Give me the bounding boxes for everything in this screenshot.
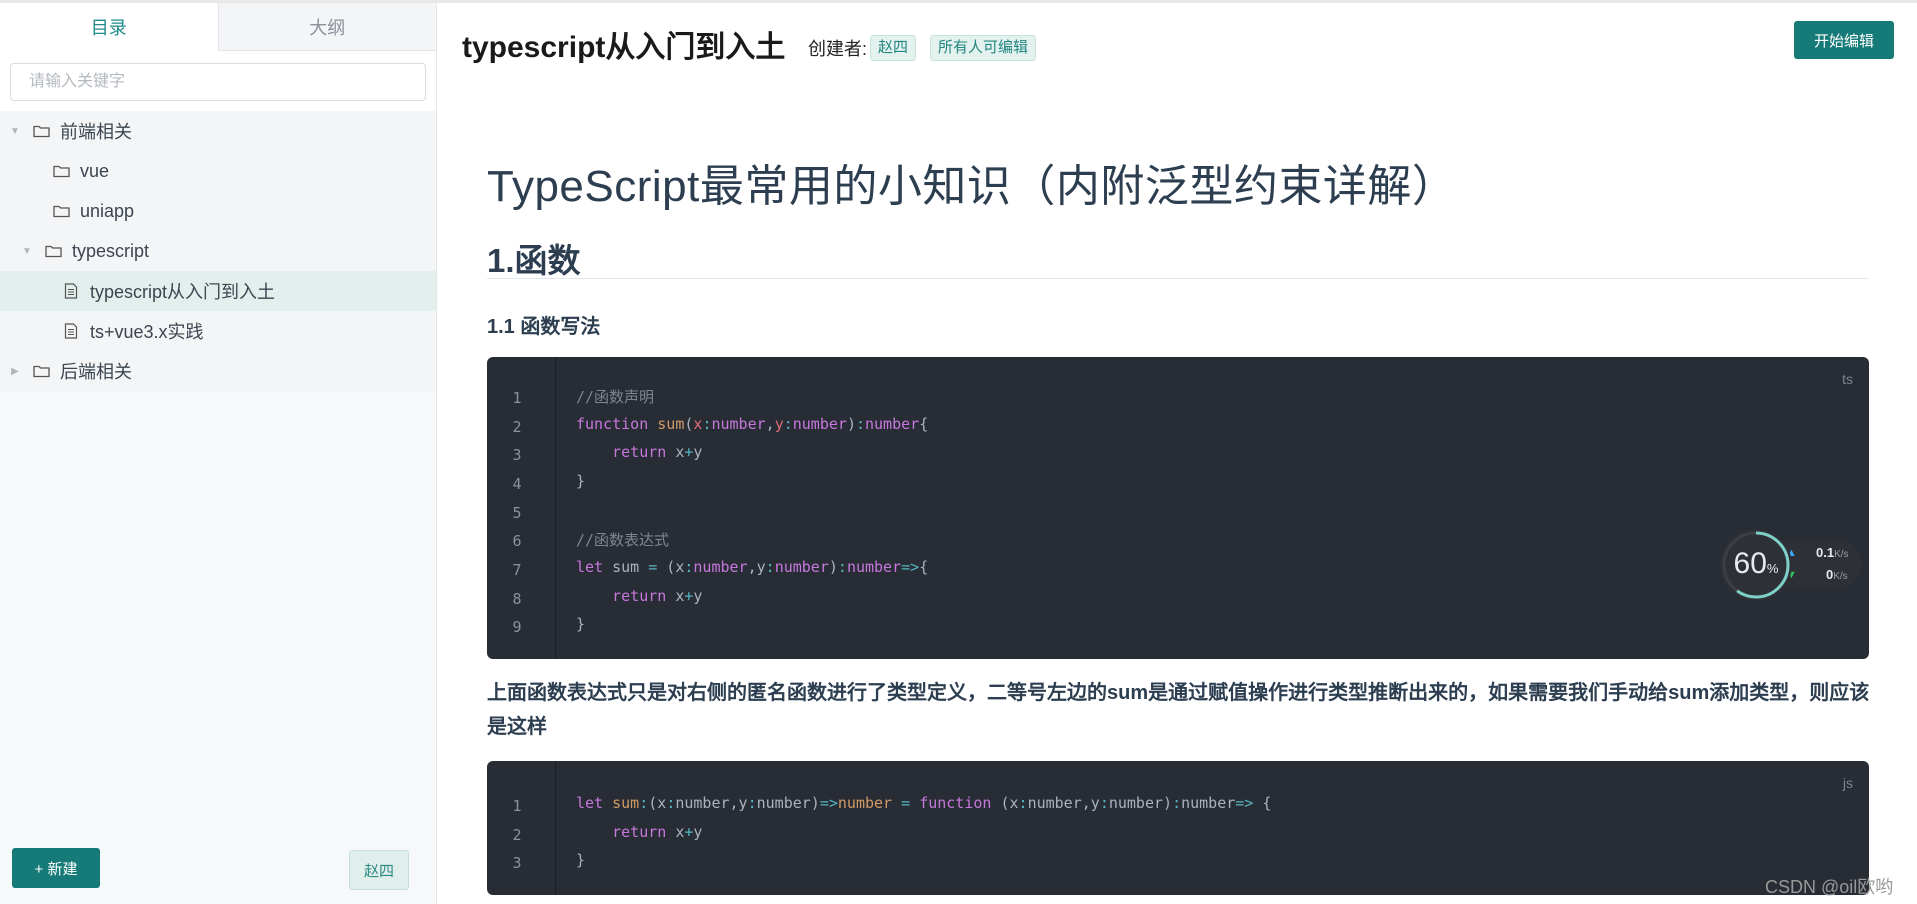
search-input[interactable]: [10, 63, 426, 101]
user-chip[interactable]: 赵四: [349, 850, 409, 890]
tree-item-label: vue: [80, 160, 110, 181]
download-rate: 0K/s: [1826, 567, 1848, 582]
section-heading: 1.函数: [487, 242, 581, 279]
doc-tree: ▼ 前端相关 ▶ vue ▶ uniapp ▼ typescript types…: [0, 111, 436, 391]
document-title: typescript从入门到入土: [462, 31, 786, 64]
permission-badge: 所有人可编辑: [930, 35, 1037, 61]
folder-icon: [32, 123, 50, 139]
code-language: js: [1842, 775, 1853, 791]
watermark: CSDN @oil欧哟: [1765, 877, 1894, 897]
code-line: //函数声明: [576, 388, 655, 406]
speed-rates: ▲ 0.1K/s ▼ 0K/s: [1782, 539, 1862, 589]
code-block-1: ts 1 2 3 4 5 6 7 8 9 //函数声明 function sum…: [487, 357, 1869, 659]
code-line: return x+y: [612, 823, 703, 841]
code-line: return x+y: [612, 443, 703, 461]
caret-right-icon[interactable]: ▶: [8, 366, 22, 377]
folder-icon: [52, 163, 70, 179]
folder-icon: [44, 243, 62, 259]
caret-down-icon[interactable]: ▼: [8, 126, 22, 137]
tree-item-ts-vue3[interactable]: ts+vue3.x实践: [0, 311, 436, 351]
divider: [487, 278, 1869, 279]
code-language: ts: [1842, 371, 1853, 387]
tab-outline[interactable]: 大纲: [218, 3, 436, 51]
code-block-2: js 1 2 3 let sum:(x:number,y:number)=>nu…: [487, 761, 1869, 895]
tree-item-label: typescript从入门到入土: [90, 282, 276, 302]
tree-item-label: ts+vue3.x实践: [90, 322, 204, 342]
sidebar-tabs: 目录 大纲: [0, 3, 436, 51]
start-edit-button[interactable]: 开始编辑: [1794, 21, 1894, 59]
tree-item-label: 前端相关: [60, 122, 132, 142]
tree-item-typescript[interactable]: ▼ typescript: [0, 231, 436, 271]
code-line: let sum:(x:number,y:number)=>number = fu…: [576, 794, 1272, 812]
tree-item-label: 后端相关: [60, 362, 132, 382]
document-icon: [62, 323, 80, 339]
code-line: let sum = (x:number,y:number):number=>{: [576, 558, 929, 576]
folder-icon: [52, 203, 70, 219]
usage-dial: 60%: [1720, 529, 1792, 601]
creator-badge: 赵四: [870, 35, 917, 61]
new-button[interactable]: + 新建: [12, 848, 100, 888]
upload-rate: 0.1K/s: [1816, 545, 1849, 560]
article-title: TypeScript最常用的小知识（内附泛型约束详解）: [487, 162, 1457, 211]
code-line: }: [576, 472, 586, 490]
tree-item-uniapp[interactable]: ▶ uniapp: [0, 191, 436, 231]
caret-down-icon[interactable]: ▼: [20, 246, 34, 257]
tree-item-label: uniapp: [80, 200, 135, 221]
sidebar: 目录 大纲 ▼ 前端相关 ▶ vue ▶ uniapp ▼ typescript…: [0, 3, 437, 904]
tree-item-vue[interactable]: ▶ vue: [0, 151, 436, 191]
network-speed-widget[interactable]: ▲ 0.1K/s ▼ 0K/s 60%: [1720, 529, 1862, 601]
creator-label: 创建者:: [808, 39, 868, 59]
tree-item-label: typescript: [72, 240, 150, 261]
usage-percent: 60%: [1733, 547, 1779, 580]
tree-item-ts-intro[interactable]: typescript从入门到入土: [0, 271, 436, 311]
code-line: function sum(x:number,y:number):number{: [576, 415, 929, 433]
document-icon: [62, 283, 80, 299]
paragraph: 上面函数表达式只是对右侧的匿名函数进行了类型定义，二等号左边的sum是通过赋值操…: [487, 682, 1870, 738]
subsection-heading: 1.1 函数写法: [487, 316, 601, 338]
code-line: }: [576, 851, 586, 869]
code-line: }: [576, 615, 586, 633]
code-line: return x+y: [612, 587, 703, 605]
tree-item-backend[interactable]: ▶ 后端相关: [0, 351, 436, 391]
code-line: //函数表达式: [576, 531, 670, 549]
tree-item-frontend[interactable]: ▼ 前端相关: [0, 111, 436, 151]
folder-icon: [32, 363, 50, 379]
search-wrap: [0, 51, 436, 111]
tab-catalog[interactable]: 目录: [0, 3, 219, 51]
